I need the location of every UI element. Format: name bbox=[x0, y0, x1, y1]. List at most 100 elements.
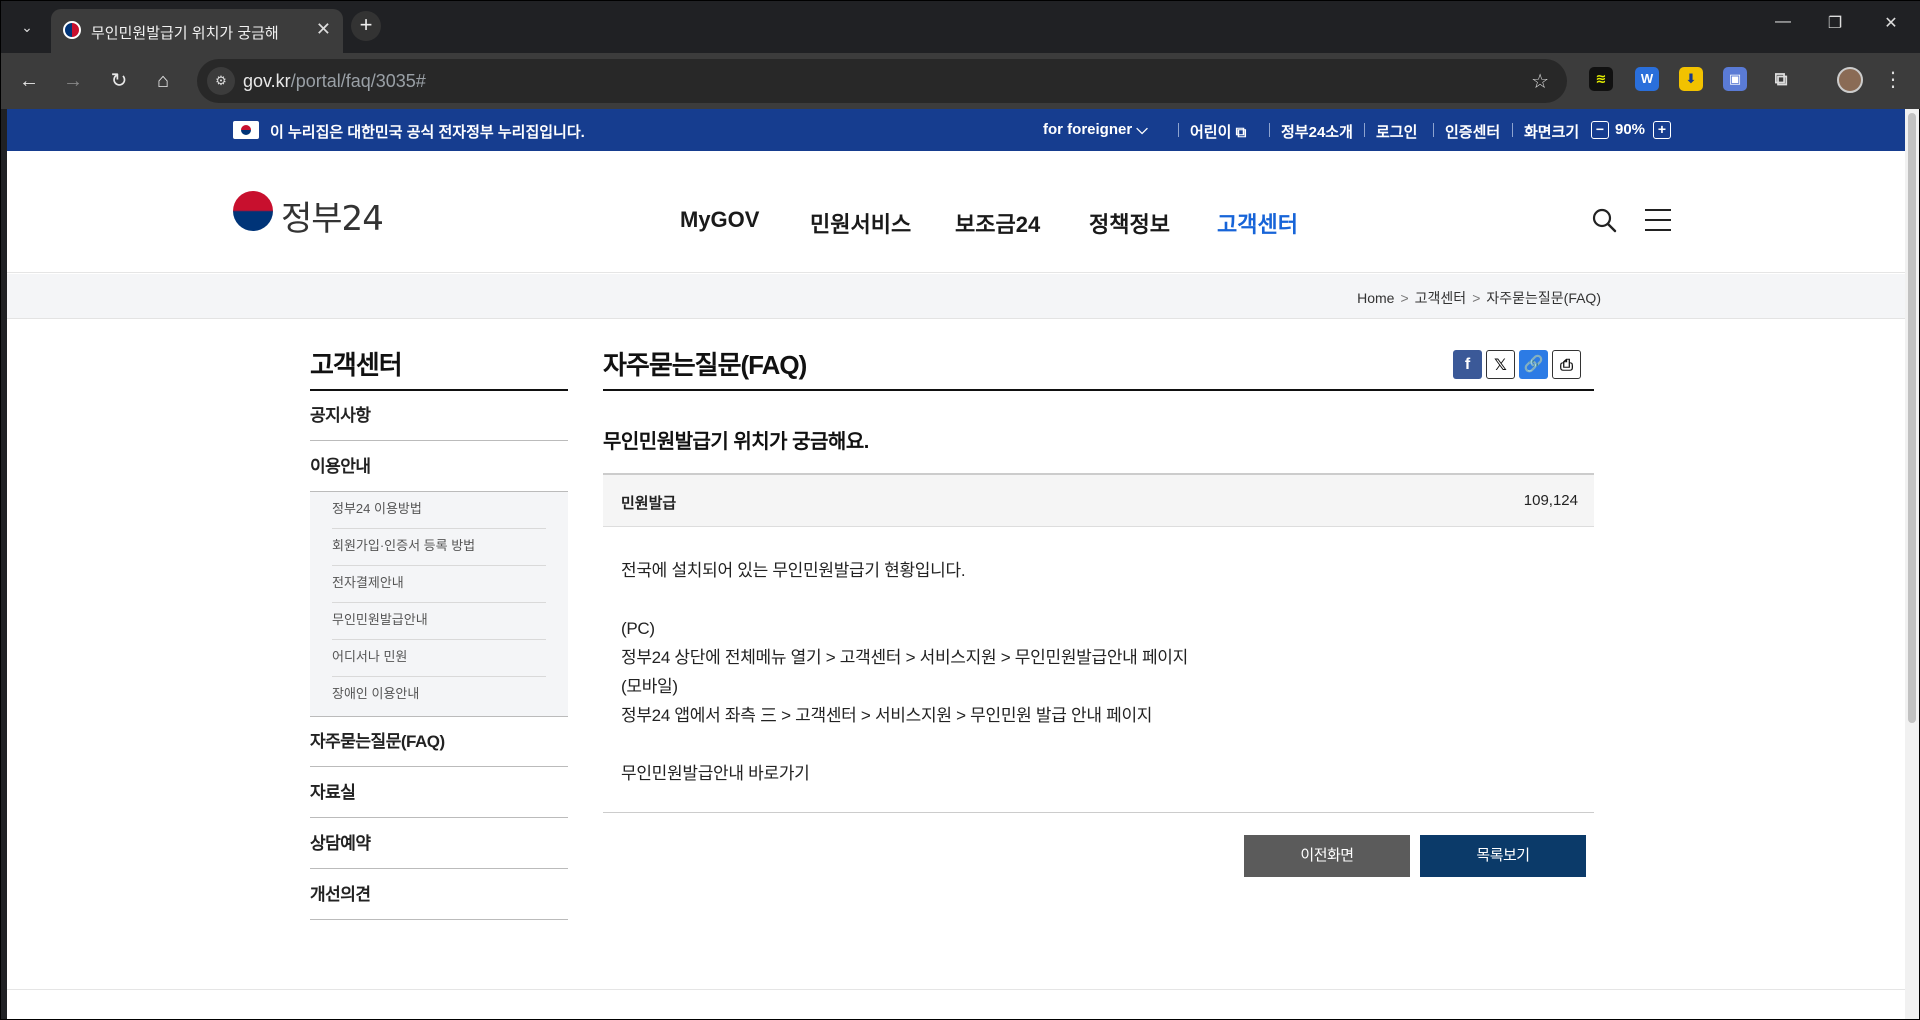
previous-screen-button[interactable]: 이전화면 bbox=[1244, 835, 1410, 877]
browser-tab[interactable]: 무인민원발급기 위치가 궁금해 ✕ bbox=[51, 9, 343, 53]
faq-category: 민원발급 bbox=[621, 495, 677, 512]
lnb-item-consult-reservation[interactable]: 상담예약 bbox=[310, 819, 568, 869]
faq-question: 무인민원발급기 위치가 궁금해요. bbox=[603, 431, 869, 453]
zoom-level: 90% bbox=[1615, 121, 1646, 138]
divider bbox=[1269, 123, 1270, 137]
site-header: 정부24 MyGOV 민원서비스 보조금24 정책정보 고객센터 bbox=[7, 151, 1905, 273]
bookmark-star-icon[interactable]: ☆ bbox=[1531, 69, 1549, 94]
scrollbar-thumb[interactable] bbox=[1908, 113, 1916, 723]
lnb-sub-e-payment[interactable]: 전자결제안내 bbox=[332, 566, 546, 603]
print-icon[interactable]: ⎙ bbox=[1552, 350, 1581, 379]
login-link[interactable]: 로그인 bbox=[1376, 121, 1417, 142]
site-info-icon[interactable]: ⚙ bbox=[207, 67, 235, 95]
home-icon[interactable]: ⌂ bbox=[149, 67, 177, 95]
web-page: 이 누리집은 대한민국 공식 전자정부 누리집입니다. for foreigne… bbox=[7, 109, 1905, 1019]
zoom-out-button[interactable]: − bbox=[1591, 121, 1609, 139]
tab-search-icon[interactable]: ⌄ bbox=[15, 15, 39, 39]
extension-screen-icon[interactable]: ▣ bbox=[1723, 67, 1747, 91]
official-site-notice: 이 누리집은 대한민국 공식 전자정부 누리집입니다. bbox=[270, 124, 585, 141]
answer-line bbox=[621, 730, 1188, 759]
lnb-submenu: 정부24 이용방법 회원가입·인증서 등록 방법 전자결제안내 무인민원발급안내… bbox=[310, 492, 568, 717]
certificate-center-link[interactable]: 인증센터 bbox=[1445, 121, 1500, 142]
extensions-puzzle-icon[interactable]: ⧉ bbox=[1769, 67, 1793, 91]
divider bbox=[1364, 123, 1365, 137]
faq-answer: 전국에 설치되어 있는 무인민원발급기 현황입니다. (PC) 정부24 상단에… bbox=[621, 556, 1188, 788]
url-text[interactable]: gov.kr/portal/faq/3035# bbox=[243, 71, 426, 92]
screen-size-label: 화면크기 bbox=[1524, 124, 1580, 141]
breadcrumb-faq[interactable]: 자주묻는질문(FAQ) bbox=[1486, 290, 1601, 306]
kids-link[interactable]: 어린이 ⧉ bbox=[1190, 121, 1246, 142]
breadcrumb-chevron-icon: > bbox=[1472, 290, 1481, 306]
gov24-logo[interactable]: 정부24 bbox=[281, 191, 384, 240]
address-bar[interactable]: ⚙ gov.kr/portal/faq/3035# ☆ bbox=[197, 59, 1567, 103]
answer-line: 전국에 설치되어 있는 무인민원발급기 현황입니다. bbox=[621, 561, 966, 580]
breadcrumb-chevron-icon: > bbox=[1400, 290, 1409, 306]
divider bbox=[1433, 123, 1434, 137]
search-icon[interactable] bbox=[1591, 207, 1617, 233]
nav-subsidy24[interactable]: 보조금24 bbox=[955, 207, 1040, 239]
lnb-sub-gov24-usage[interactable]: 정부24 이용방법 bbox=[332, 492, 546, 529]
minimize-icon[interactable]: — bbox=[1763, 13, 1803, 31]
faq-view-count: 109,124 bbox=[1523, 492, 1578, 509]
hamburger-menu-icon[interactable] bbox=[1645, 209, 1671, 231]
divider bbox=[603, 389, 1594, 391]
tab-strip: ⌄ 무인민원발급기 위치가 궁금해 ✕ + — ❐ ✕ bbox=[1, 1, 1920, 53]
reload-icon[interactable]: ↻ bbox=[105, 67, 133, 95]
lnb-sub-signup-certificate[interactable]: 회원가입·인증서 등록 방법 bbox=[332, 529, 546, 566]
divider bbox=[603, 812, 1594, 813]
footer-top-edge bbox=[7, 989, 1905, 1019]
lnb-sub-kiosk-guide[interactable]: 무인민원발급안내 bbox=[332, 603, 546, 640]
nav-policy-info[interactable]: 정책정보 bbox=[1089, 207, 1170, 239]
restore-icon[interactable]: ❐ bbox=[1815, 13, 1855, 33]
gov-official-banner: 이 누리집은 대한민국 공식 전자정부 누리집입니다. for foreigne… bbox=[7, 109, 1905, 151]
faq-meta-bar: 민원발급 109,124 bbox=[603, 473, 1594, 527]
back-icon[interactable]: ← bbox=[15, 67, 43, 95]
lnb-title: 고객센터 bbox=[310, 350, 403, 380]
nav-customer-center[interactable]: 고객센터 bbox=[1217, 207, 1298, 239]
close-window-icon[interactable]: ✕ bbox=[1871, 13, 1911, 33]
list-view-button[interactable]: 목록보기 bbox=[1420, 835, 1586, 877]
forward-icon[interactable]: → bbox=[59, 67, 87, 95]
about-gov24-link[interactable]: 정부24소개 bbox=[1281, 121, 1353, 142]
breadcrumb: Home > 고객센터 > 자주묻는질문(FAQ) bbox=[7, 274, 1905, 319]
answer-line: 정부24 앱에서 좌측 三 > 고객센터 > 서비스지원 > 무인민원 발급 안… bbox=[621, 706, 1153, 725]
for-foreigner-link[interactable]: for foreigner ⌵ bbox=[1043, 121, 1148, 138]
nav-civil-service[interactable]: 민원서비스 bbox=[810, 207, 911, 239]
favicon-icon bbox=[63, 21, 81, 39]
new-tab-button[interactable]: + bbox=[351, 11, 381, 41]
answer-line bbox=[621, 585, 1188, 614]
facebook-share-icon[interactable]: f bbox=[1453, 350, 1482, 379]
lnb-item-faq[interactable]: 자주묻는질문(FAQ) bbox=[310, 717, 568, 767]
lnb-sub-anywhere-civil[interactable]: 어디서나 민원 bbox=[332, 640, 546, 677]
gov24-logo-icon[interactable] bbox=[233, 191, 273, 231]
breadcrumb-customer-center[interactable]: 고객센터 bbox=[1415, 290, 1467, 306]
nav-mygov[interactable]: MyGOV bbox=[680, 207, 759, 233]
divider bbox=[1512, 123, 1513, 137]
kiosk-guide-link[interactable]: 무인민원발급안내 바로가기 bbox=[621, 759, 1188, 788]
answer-line: (모바일) bbox=[621, 677, 678, 696]
link-copy-icon[interactable]: 🔗 bbox=[1519, 350, 1548, 379]
tab-title: 무인민원발급기 위치가 궁금해 bbox=[91, 25, 279, 42]
lnb-item-archive[interactable]: 자료실 bbox=[310, 768, 568, 818]
browser-menu-icon[interactable]: ⋮ bbox=[1883, 67, 1903, 92]
lnb-item-notice[interactable]: 공지사항 bbox=[310, 391, 568, 441]
divider bbox=[1178, 123, 1179, 137]
lnb-item-feedback[interactable]: 개선의견 bbox=[310, 870, 568, 920]
extension-1-icon[interactable]: ≋ bbox=[1589, 67, 1613, 91]
answer-line: 정부24 상단에 전체메뉴 열기 > 고객센터 > 서비스지원 > 무인민원발급… bbox=[621, 648, 1188, 667]
zoom-in-button[interactable]: + bbox=[1653, 121, 1671, 139]
lnb-sub-disabled-guide[interactable]: 장애인 이용안내 bbox=[332, 677, 546, 714]
extension-w-icon[interactable]: W bbox=[1635, 67, 1659, 91]
page-title: 자주묻는질문(FAQ) bbox=[603, 350, 807, 380]
answer-line: (PC) bbox=[621, 619, 655, 638]
browser-window: ⌄ 무인민원발급기 위치가 궁금해 ✕ + — ❐ ✕ ← → ↻ ⌂ ⚙ go… bbox=[0, 0, 1920, 1020]
tab-close-icon[interactable]: ✕ bbox=[316, 19, 331, 40]
korean-flag-icon bbox=[233, 121, 259, 139]
page-scrollbar[interactable] bbox=[1905, 109, 1919, 1019]
browser-toolbar: ← → ↻ ⌂ ⚙ gov.kr/portal/faq/3035# ☆ ≋ W … bbox=[1, 53, 1920, 109]
lnb-item-usage-guide[interactable]: 이용안내 bbox=[310, 442, 568, 492]
x-share-icon[interactable]: 𝕏 bbox=[1486, 350, 1515, 379]
profile-avatar[interactable] bbox=[1837, 67, 1863, 93]
breadcrumb-home[interactable]: Home bbox=[1357, 290, 1394, 306]
extension-download-icon[interactable]: ⬇ bbox=[1679, 67, 1703, 91]
